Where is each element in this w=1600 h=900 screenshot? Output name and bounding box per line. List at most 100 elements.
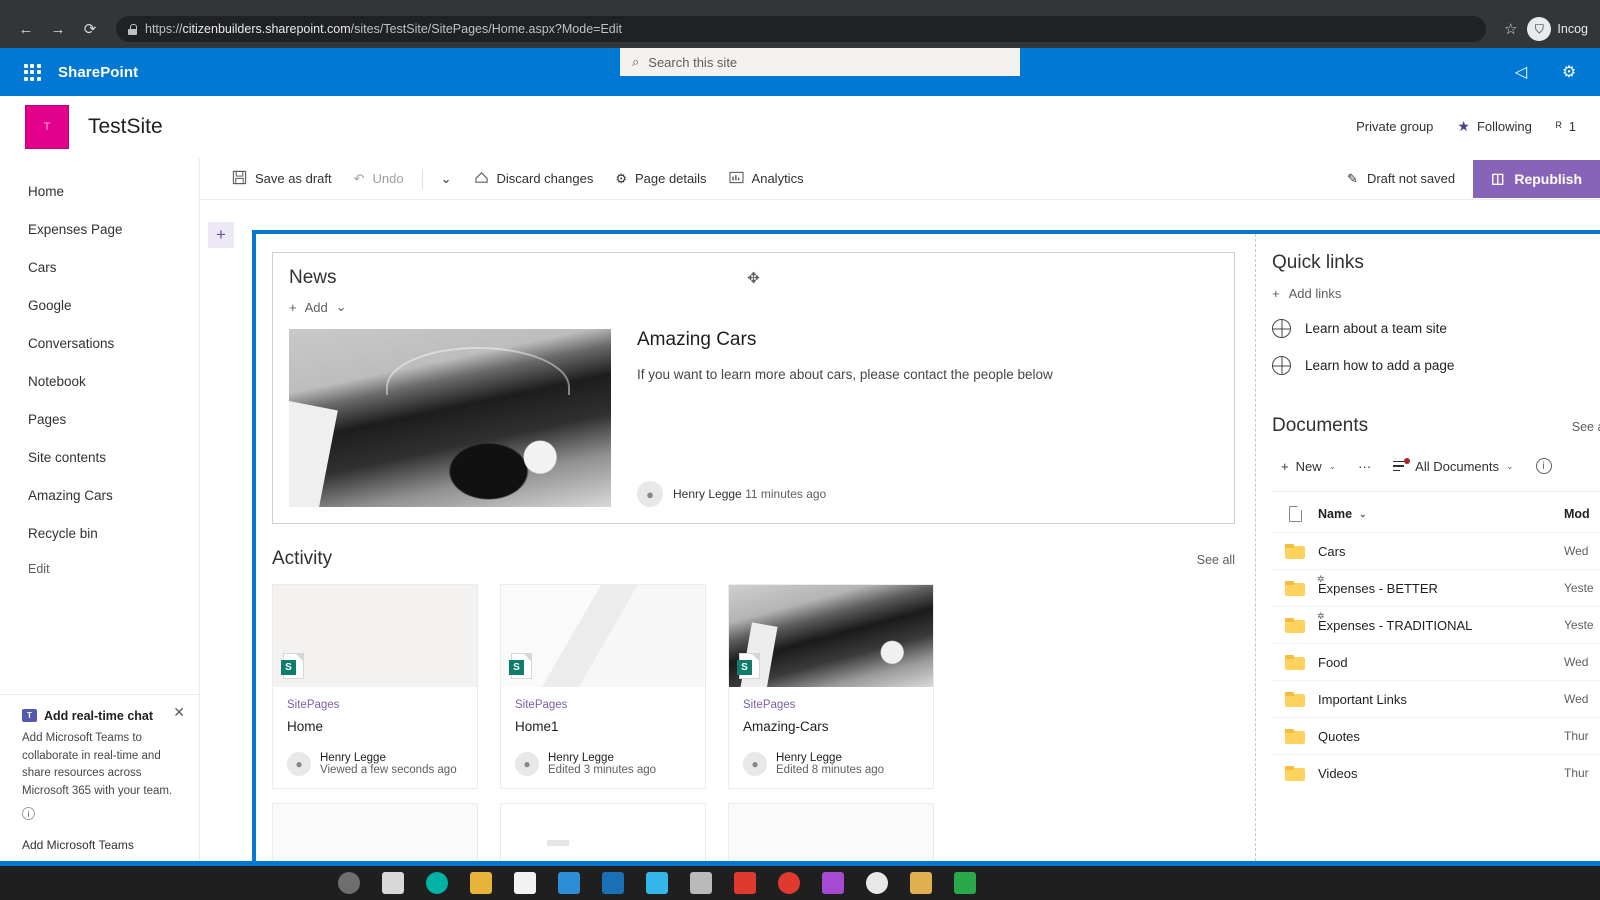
sharepoint-brand[interactable]: SharePoint: [58, 64, 138, 81]
news-add-button[interactable]: + Add ⌄: [289, 299, 1218, 315]
taskbar[interactable]: [0, 866, 1600, 900]
quick-links-webpart[interactable]: Quick links + Add links Learn about a te…: [1272, 252, 1600, 375]
sidebar-item-edit[interactable]: Edit: [0, 552, 199, 586]
row-name[interactable]: Food: [1318, 655, 1564, 670]
news-thumbnail[interactable]: [289, 329, 611, 507]
quick-link-item[interactable]: Learn about a team site: [1272, 319, 1600, 338]
sidebar-item-site-contents[interactable]: Site contents: [0, 438, 199, 476]
sidebar-item-conversations[interactable]: Conversations: [0, 324, 199, 362]
name-column-header[interactable]: Name ⌄: [1318, 507, 1564, 521]
table-row[interactable]: Important Links Wed: [1272, 680, 1600, 717]
close-icon[interactable]: ✕: [173, 705, 185, 719]
table-row[interactable]: ✲Expenses - TRADITIONAL Yeste: [1272, 606, 1600, 643]
sidebar-item-notebook[interactable]: Notebook: [0, 362, 199, 400]
modified-column-header[interactable]: Mod: [1564, 507, 1600, 521]
more-options-icon[interactable]: ···: [1349, 451, 1380, 481]
add-teams-link[interactable]: Add Microsoft Teams: [22, 838, 179, 852]
row-name[interactable]: ✲Expenses - BETTER: [1318, 581, 1564, 596]
sidebar-item-recycle-bin[interactable]: Recycle bin: [0, 514, 199, 552]
row-name[interactable]: Cars: [1318, 544, 1564, 559]
quick-link-item[interactable]: Learn how to add a page: [1272, 356, 1600, 375]
following-button[interactable]: ★ Following: [1457, 118, 1531, 135]
row-name[interactable]: Quotes: [1318, 729, 1564, 744]
selected-section[interactable]: News ✥ + Add ⌄ Amazing Cars: [252, 230, 1600, 870]
bookmark-star-icon[interactable]: ☆: [1504, 20, 1517, 38]
taskbar-icon[interactable]: [778, 872, 800, 894]
list-item[interactable]: SitePages Home ● Henry Legge Viewed a fe…: [272, 584, 478, 789]
sidebar-item-cars[interactable]: Cars: [0, 248, 199, 286]
add-section-button[interactable]: +: [208, 222, 234, 248]
save-as-draft-button[interactable]: Save as draft: [222, 163, 342, 195]
sidebar-item-expenses-page[interactable]: Expenses Page: [0, 210, 199, 248]
analytics-button[interactable]: Analytics: [719, 163, 814, 195]
sidebar-item-google[interactable]: Google: [0, 286, 199, 324]
members-button[interactable]: ᴿ 1: [1556, 119, 1576, 134]
sidebar-item-pages[interactable]: Pages: [0, 400, 199, 438]
table-row[interactable]: Quotes Thur: [1272, 717, 1600, 754]
sidebar-item-home[interactable]: Home: [0, 172, 199, 210]
list-item[interactable]: [728, 803, 934, 870]
megaphone-icon[interactable]: ◁: [1510, 61, 1532, 83]
republish-button[interactable]: ◫ Republish: [1473, 160, 1600, 198]
table-row[interactable]: Cars Wed: [1272, 532, 1600, 569]
list-item[interactable]: [272, 803, 478, 870]
taskbar-icon[interactable]: [822, 872, 844, 894]
taskbar-icon[interactable]: [690, 872, 712, 894]
file-type-column-header[interactable]: [1272, 506, 1318, 522]
taskbar-icon[interactable]: [382, 872, 404, 894]
taskbar-icon[interactable]: [910, 872, 932, 894]
list-item[interactable]: SitePages Home1 ● Henry Legge Edited 3 m…: [500, 584, 706, 789]
row-name[interactable]: Videos: [1318, 766, 1564, 781]
view-selector-button[interactable]: All Documents ⌄: [1384, 451, 1522, 481]
taskbar-icon[interactable]: [954, 872, 976, 894]
taskbar-icon[interactable]: [558, 872, 580, 894]
taskbar-icon[interactable]: [514, 872, 536, 894]
taskbar-icon[interactable]: [866, 872, 888, 894]
search-input[interactable]: ⌕ Search this site: [620, 48, 1020, 76]
taskbar-icon[interactable]: [602, 872, 624, 894]
list-item[interactable]: SitePages Amazing-Cars ● Henry Legge Edi…: [728, 584, 934, 789]
incognito-profile[interactable]: ⛉ Incog: [1527, 17, 1588, 41]
documents-webpart[interactable]: Documents See all + New ⌄ ···: [1272, 415, 1600, 791]
app-launcher-icon[interactable]: [12, 52, 52, 92]
forward-icon[interactable]: →: [44, 15, 72, 43]
add-links-button[interactable]: + Add links: [1272, 286, 1600, 301]
taskbar-icon[interactable]: [426, 872, 448, 894]
reload-icon[interactable]: ⟳: [76, 15, 104, 43]
details-info-button[interactable]: i: [1527, 451, 1561, 481]
page-details-button[interactable]: ⚙ Page details: [605, 163, 716, 195]
taskbar-icon[interactable]: [646, 872, 668, 894]
activity-see-all-link[interactable]: See all: [1197, 553, 1235, 567]
info-icon[interactable]: i: [22, 807, 35, 820]
taskbar-icon[interactable]: [734, 872, 756, 894]
card-title[interactable]: Home1: [515, 719, 691, 734]
undo-button[interactable]: ↶ Undo: [344, 163, 414, 195]
sidebar-item-amazing-cars[interactable]: Amazing Cars: [0, 476, 199, 514]
card-title[interactable]: Amazing-Cars: [743, 719, 919, 734]
news-story-heading[interactable]: Amazing Cars: [637, 329, 1218, 351]
news-add-label: Add: [305, 300, 328, 315]
table-row[interactable]: Videos Thur: [1272, 754, 1600, 791]
more-commands-chevron-down-icon[interactable]: ⌄: [431, 163, 462, 195]
discard-changes-button[interactable]: Discard changes: [464, 163, 604, 195]
row-icon: [1272, 655, 1318, 670]
taskbar-icon[interactable]: [338, 872, 360, 894]
row-name[interactable]: ✲Expenses - TRADITIONAL: [1318, 618, 1564, 633]
card-title[interactable]: Home: [287, 719, 463, 734]
taskbar-icon[interactable]: [470, 872, 492, 894]
documents-see-all-link[interactable]: See all: [1572, 420, 1600, 434]
browser-tabstrip[interactable]: [0, 0, 1600, 10]
table-row[interactable]: Food Wed: [1272, 643, 1600, 680]
list-item[interactable]: [500, 803, 706, 870]
site-logo[interactable]: T: [26, 106, 68, 148]
address-bar[interactable]: https://citizenbuilders.sharepoint.com/s…: [116, 16, 1486, 42]
news-story[interactable]: Amazing Cars If you want to learn more a…: [289, 329, 1218, 507]
activity-webpart[interactable]: Activity See all SitePages: [272, 548, 1235, 870]
row-name[interactable]: Important Links: [1318, 692, 1564, 707]
move-webpart-icon[interactable]: ✥: [747, 269, 760, 287]
gear-icon[interactable]: ⚙: [1558, 61, 1580, 83]
table-row[interactable]: ✲Expenses - BETTER Yeste: [1272, 569, 1600, 606]
back-icon[interactable]: ←: [12, 15, 40, 43]
news-webpart[interactable]: News ✥ + Add ⌄ Amazing Cars: [272, 252, 1235, 524]
new-button[interactable]: + New ⌄: [1272, 451, 1345, 481]
